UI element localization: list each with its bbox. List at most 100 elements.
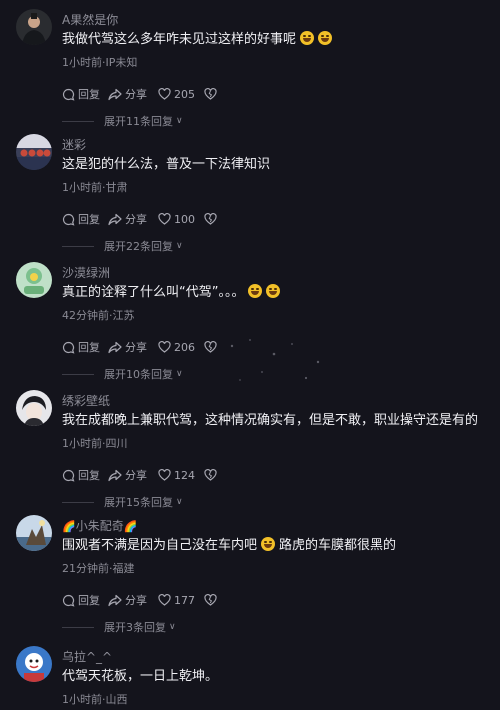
avatar[interactable] bbox=[16, 646, 52, 682]
like-button[interactable]: 206 bbox=[158, 341, 204, 354]
comment-text: 这是犯的什么法，普及一下法律知识 bbox=[62, 157, 271, 172]
reply-button[interactable]: 回复 bbox=[62, 339, 108, 355]
heart-icon bbox=[158, 469, 171, 481]
divider bbox=[62, 120, 94, 122]
reply-bubble-icon bbox=[62, 88, 75, 101]
expand-label: 展开10条回复 bbox=[104, 368, 173, 381]
share-label: 分享 bbox=[125, 88, 147, 101]
reply-bubble-icon bbox=[62, 594, 75, 607]
rainbow-icon: 🌈 bbox=[123, 520, 138, 533]
like-count: 100 bbox=[174, 212, 195, 226]
username[interactable]: 🌈小朱配奇🌈 bbox=[62, 517, 137, 534]
share-arrow-icon bbox=[108, 341, 122, 353]
comment-text: 真正的诠释了什么叫“代驾”。。。 bbox=[62, 284, 281, 302]
dislike-button[interactable] bbox=[204, 341, 224, 353]
reply-label: 回复 bbox=[78, 88, 100, 101]
comment-text-after: 路虎的车膜都很黑的 bbox=[279, 538, 397, 553]
like-count: 124 bbox=[174, 468, 195, 482]
like-button[interactable]: 124 bbox=[158, 469, 204, 482]
avatar[interactable] bbox=[16, 134, 52, 170]
share-arrow-icon bbox=[108, 213, 122, 225]
comment-text: 我在成都晚上兼职代驾，这种情况确实有，但是不敢，职业操守还是有的 bbox=[62, 413, 479, 428]
reply-bubble-icon bbox=[62, 213, 75, 226]
expand-replies[interactable]: 展开10条回复 ∨ bbox=[62, 366, 183, 382]
comment-actions: 回复 分享 100 bbox=[62, 210, 224, 228]
expand-replies[interactable]: 展开11条回复 ∨ bbox=[62, 113, 183, 129]
comment-meta: 42分钟前·江苏 bbox=[62, 309, 135, 322]
avatar[interactable] bbox=[16, 262, 52, 298]
expand-label: 展开11条回复 bbox=[104, 115, 173, 128]
laughing-emoji-icon bbox=[318, 31, 333, 45]
heart-icon bbox=[158, 213, 171, 225]
dislike-button[interactable] bbox=[204, 88, 224, 100]
reply-bubble-icon bbox=[62, 469, 75, 482]
share-label: 分享 bbox=[125, 213, 147, 226]
chevron-down-icon: ∨ bbox=[176, 116, 183, 126]
avatar[interactable] bbox=[16, 390, 52, 426]
comment-meta: 1小时前·四川 bbox=[62, 437, 128, 450]
laughing-emoji-icon bbox=[261, 537, 276, 551]
reply-label: 回复 bbox=[78, 341, 100, 354]
chevron-down-icon: ∨ bbox=[176, 369, 183, 379]
reply-button[interactable]: 回复 bbox=[62, 467, 108, 483]
share-button[interactable]: 分享 bbox=[108, 339, 158, 355]
broken-heart-icon bbox=[204, 594, 217, 606]
divider bbox=[62, 245, 94, 247]
share-label: 分享 bbox=[125, 341, 147, 354]
share-label: 分享 bbox=[125, 594, 147, 607]
share-arrow-icon bbox=[108, 88, 122, 100]
heart-icon bbox=[158, 88, 171, 100]
comment-meta: 21分钟前·福建 bbox=[62, 562, 135, 575]
like-count: 206 bbox=[174, 340, 195, 354]
username[interactable]: 沙漠绿洲 bbox=[62, 264, 110, 281]
comment-text: 代驾天花板，一日上乾坤。 bbox=[62, 669, 219, 684]
reply-label: 回复 bbox=[78, 594, 100, 607]
laughing-emoji-icon bbox=[248, 284, 263, 298]
dislike-button[interactable] bbox=[204, 594, 224, 606]
comment-meta: 1小时前·IP未知 bbox=[62, 56, 138, 69]
expand-label: 展开22条回复 bbox=[104, 240, 173, 253]
username[interactable]: 绣彩壁纸 bbox=[62, 392, 110, 409]
avatar[interactable] bbox=[16, 515, 52, 551]
comment-text-content: 真正的诠释了什么叫“代驾”。。。 bbox=[62, 285, 245, 300]
username[interactable]: 乌拉^_^ bbox=[62, 648, 112, 665]
broken-heart-icon bbox=[204, 88, 217, 100]
username[interactable]: A果然是你 bbox=[62, 11, 118, 28]
comment-actions: 回复 分享 177 bbox=[62, 591, 224, 609]
like-button[interactable]: 177 bbox=[158, 594, 204, 607]
reply-label: 回复 bbox=[78, 213, 100, 226]
comment-meta: 1小时前·甘肃 bbox=[62, 181, 128, 194]
share-button[interactable]: 分享 bbox=[108, 592, 158, 608]
like-button[interactable]: 205 bbox=[158, 88, 204, 101]
expand-label: 展开3条回复 bbox=[104, 621, 166, 634]
divider bbox=[62, 501, 94, 503]
comment-actions: 回复 分享 205 bbox=[62, 85, 224, 103]
share-button[interactable]: 分享 bbox=[108, 467, 158, 483]
avatar[interactable] bbox=[16, 9, 52, 45]
share-arrow-icon bbox=[108, 469, 122, 481]
username[interactable]: 迷彩 bbox=[62, 136, 86, 153]
heart-icon bbox=[158, 341, 171, 353]
share-button[interactable]: 分享 bbox=[108, 211, 158, 227]
expand-label: 展开15条回复 bbox=[104, 496, 173, 509]
like-button[interactable]: 100 bbox=[158, 213, 204, 226]
comment-actions: 回复 分享 124 bbox=[62, 466, 224, 484]
reply-button[interactable]: 回复 bbox=[62, 592, 108, 608]
share-button[interactable]: 分享 bbox=[108, 86, 158, 102]
comment-actions: 回复 分享 206 bbox=[62, 338, 224, 356]
reply-button[interactable]: 回复 bbox=[62, 211, 108, 227]
divider bbox=[62, 626, 94, 628]
expand-replies[interactable]: 展开3条回复 ∨ bbox=[62, 619, 176, 635]
expand-replies[interactable]: 展开22条回复 ∨ bbox=[62, 238, 183, 254]
rainbow-icon: 🌈 bbox=[62, 520, 76, 533]
reply-label: 回复 bbox=[78, 469, 100, 482]
dislike-button[interactable] bbox=[204, 469, 224, 481]
chevron-down-icon: ∨ bbox=[176, 241, 183, 251]
broken-heart-icon bbox=[204, 341, 217, 353]
expand-replies[interactable]: 展开15条回复 ∨ bbox=[62, 494, 183, 510]
laughing-emoji-icon bbox=[266, 284, 281, 298]
share-label: 分享 bbox=[125, 469, 147, 482]
dislike-button[interactable] bbox=[204, 213, 224, 225]
reply-button[interactable]: 回复 bbox=[62, 86, 108, 102]
broken-heart-icon bbox=[204, 213, 217, 225]
